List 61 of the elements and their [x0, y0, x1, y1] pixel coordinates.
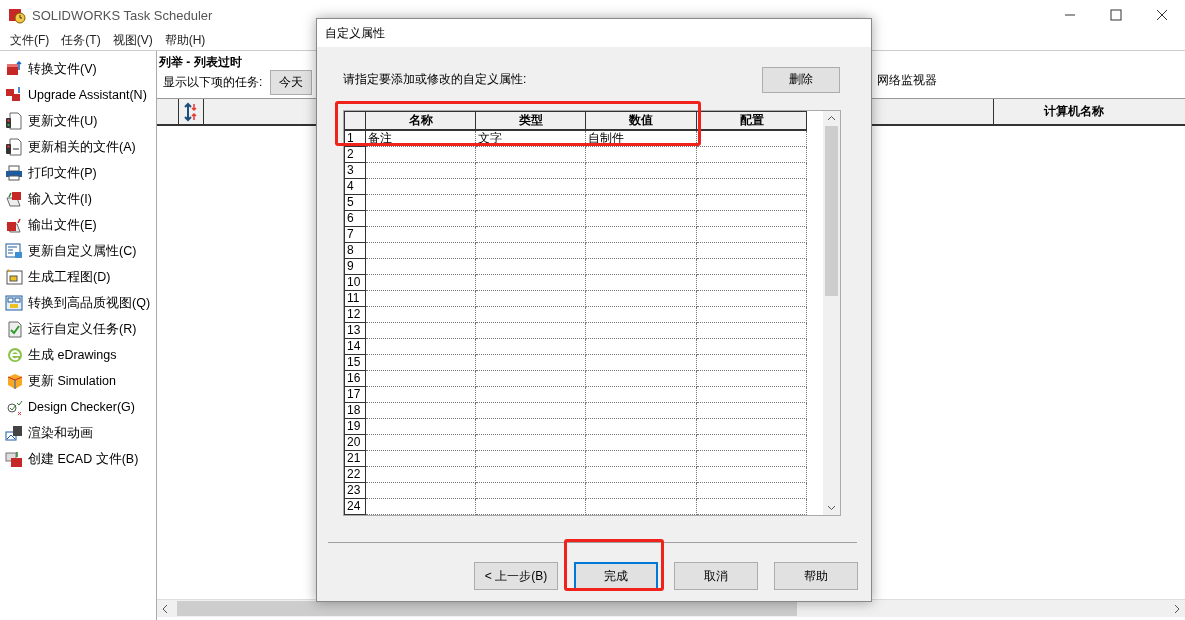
drawing-sheet-icon — [5, 268, 23, 286]
sort-arrows-icon[interactable] — [184, 101, 198, 122]
view-panels-icon — [5, 294, 23, 312]
import-icon — [5, 190, 23, 208]
table-cell[interactable]: 自制件 — [585, 130, 697, 147]
board-box-icon — [5, 450, 23, 468]
task-item[interactable]: 更新 Simulation — [0, 368, 156, 394]
task-item[interactable]: 生成 eDrawings — [0, 342, 156, 368]
menu-item[interactable]: 文件(F) — [4, 31, 56, 49]
task-item[interactable]: 打印文件(P) — [0, 160, 156, 186]
task-item[interactable]: 渲染和动画 — [0, 420, 156, 446]
filter-dropdown[interactable]: 今天 — [270, 69, 313, 95]
task-item[interactable]: Design Checker(G) — [0, 394, 156, 420]
column-header[interactable]: 计算机名称 — [994, 99, 1154, 124]
dialog-title: 自定义属性 — [317, 19, 871, 47]
task-item[interactable]: 转换到高品质视图(Q) — [0, 290, 156, 316]
task-item[interactable]: 转换文件(V) — [0, 56, 156, 82]
task-item[interactable]: 创建 ECAD 文件(B) — [0, 446, 156, 472]
export-icon — [5, 216, 23, 234]
dialog-button[interactable]: 帮助 — [774, 562, 858, 590]
task-item[interactable]: 更新相关的文件(A) — [0, 134, 156, 160]
table-cell[interactable]: 文字 — [475, 130, 586, 147]
task-item[interactable]: 输出文件(E) — [0, 212, 156, 238]
network-monitor-tab[interactable]: 网络监视器 — [877, 72, 937, 89]
dialog-button[interactable]: 取消 — [674, 562, 758, 590]
part-boxes-icon — [5, 86, 23, 104]
app-logo-icon — [8, 6, 26, 24]
printer-icon — [5, 164, 23, 182]
column-header[interactable]: 名称 — [365, 111, 476, 130]
instruction-text: 请指定要添加或修改的自定义属性: — [343, 71, 528, 88]
task-item[interactable]: 运行自定义任务(R) — [0, 316, 156, 342]
corner-header — [344, 111, 366, 130]
filter-label: 显示以下项的任务: — [163, 73, 263, 91]
dialog-button[interactable]: 完成 — [574, 562, 658, 590]
checkmarks-icon — [5, 398, 23, 416]
colored-cube-icon — [5, 372, 23, 390]
scrollbar-thumb[interactable] — [177, 601, 797, 616]
property-sheet-icon — [5, 242, 23, 260]
menu-item[interactable]: 帮助(H) — [158, 31, 212, 49]
task-item[interactable]: 生成工程图(D) — [0, 264, 156, 290]
window-title: SOLIDWORKS Task Scheduler — [32, 7, 213, 23]
film-picture-icon — [5, 424, 23, 442]
scrollbar-thumb[interactable] — [825, 126, 838, 296]
dialog-button[interactable]: < 上一步(B) — [474, 562, 558, 590]
column-header[interactable]: 数值 — [585, 111, 697, 130]
list-heading: 列举 - 列表过时 — [158, 54, 243, 70]
checked-document-icon — [5, 320, 23, 338]
document-icon — [5, 112, 23, 130]
column-header[interactable]: 配置 — [696, 111, 807, 130]
column-header[interactable]: 类型 — [475, 111, 586, 130]
document-link-icon — [5, 138, 23, 156]
delete-button[interactable]: 删除 — [762, 66, 840, 93]
table-cell[interactable]: 备注 — [365, 130, 476, 147]
task-item[interactable]: 输入文件(I) — [0, 186, 156, 212]
menu-item[interactable]: 视图(V) — [106, 31, 159, 49]
task-item[interactable]: Upgrade Assistant(N) — [0, 82, 156, 108]
task-item[interactable]: 更新自定义属性(C) — [0, 238, 156, 264]
e-letter-icon — [5, 346, 23, 364]
menu-item[interactable]: 任务(T) — [55, 31, 107, 49]
part-box-icon — [5, 60, 23, 78]
task-item[interactable]: 更新文件(U) — [0, 108, 156, 134]
